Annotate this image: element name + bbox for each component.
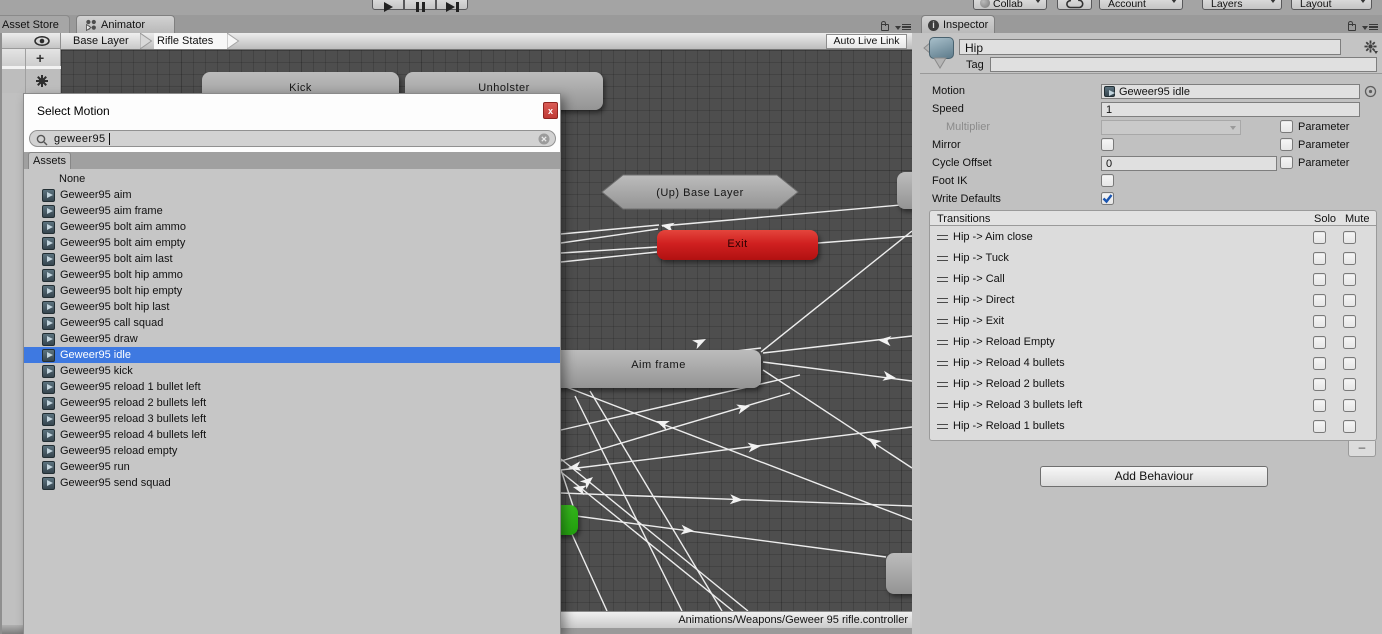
svg-text:(Up) Base Layer: (Up) Base Layer [656, 187, 744, 199]
